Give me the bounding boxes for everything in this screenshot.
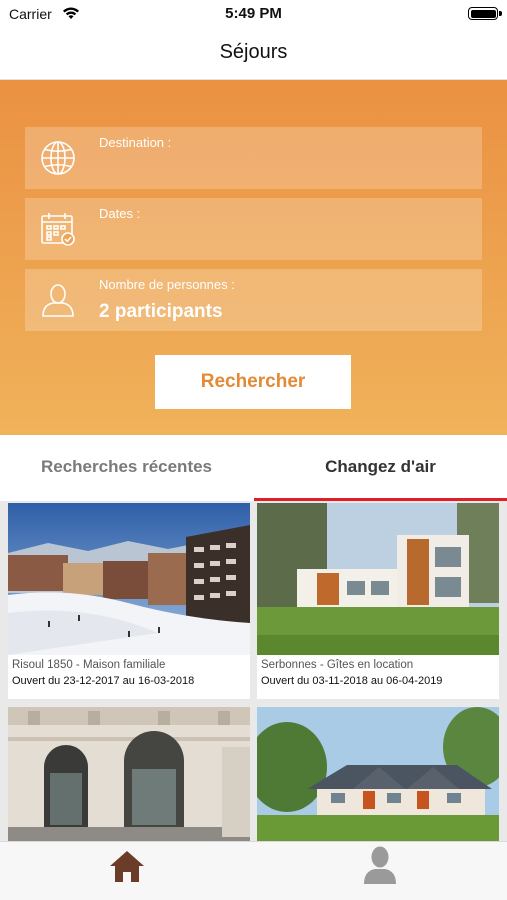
destination-field[interactable]: Destination : bbox=[25, 127, 482, 189]
card-photo-building bbox=[8, 707, 250, 841]
battery-icon bbox=[468, 7, 498, 20]
destination-card[interactable]: Risoul 1850 - Maison familiale Ouvert du… bbox=[8, 503, 250, 699]
card-dates: Ouvert du 03-11-2018 au 06-04-2019 bbox=[261, 675, 443, 687]
destination-card[interactable] bbox=[257, 707, 499, 841]
status-bar: Carrier 5:49 PM bbox=[0, 0, 507, 28]
card-photo-ski-resort bbox=[8, 503, 250, 655]
profile-icon[interactable] bbox=[361, 844, 399, 886]
card-photo-cottages bbox=[257, 503, 499, 655]
dates-label: Dates : bbox=[99, 206, 141, 221]
destinations-grid: Risoul 1850 - Maison familiale Ouvert du… bbox=[0, 501, 507, 841]
globe-icon bbox=[39, 139, 77, 177]
bottom-tab-bar bbox=[0, 841, 507, 900]
home-icon[interactable] bbox=[108, 848, 146, 884]
card-dates: Ouvert du 23-12-2017 au 16-03-2018 bbox=[12, 675, 195, 687]
tab-change-air[interactable]: Changez d'air bbox=[254, 435, 507, 501]
battery-tip bbox=[499, 11, 502, 16]
dates-field[interactable]: Dates : bbox=[25, 198, 482, 260]
participants-label: Nombre de personnes : bbox=[99, 277, 235, 292]
navigation-bar: Séjours bbox=[0, 28, 507, 80]
tab-recent-searches[interactable]: Recherches récentes bbox=[0, 435, 253, 501]
participants-field[interactable]: Nombre de personnes : 2 participants bbox=[25, 269, 482, 331]
tab-bar-top: Recherches récentes Changez d'air bbox=[0, 435, 507, 501]
page-title: Séjours bbox=[219, 41, 288, 63]
destination-card[interactable]: Serbonnes - Gîtes en location Ouvert du … bbox=[257, 503, 499, 699]
destination-card[interactable] bbox=[8, 707, 250, 841]
card-title: Serbonnes - Gîtes en location bbox=[261, 659, 414, 671]
person-icon bbox=[39, 281, 77, 319]
participants-value: 2 participants bbox=[99, 301, 223, 322]
search-panel: Destination : Dates : Nombre de personne… bbox=[0, 80, 507, 435]
card-title: Risoul 1850 - Maison familiale bbox=[12, 659, 166, 671]
card-photo-houses bbox=[257, 707, 499, 841]
search-button[interactable]: Rechercher bbox=[155, 355, 351, 409]
calendar-icon bbox=[39, 210, 77, 248]
clock-label: 5:49 PM bbox=[225, 5, 282, 22]
destination-label: Destination : bbox=[99, 135, 172, 150]
